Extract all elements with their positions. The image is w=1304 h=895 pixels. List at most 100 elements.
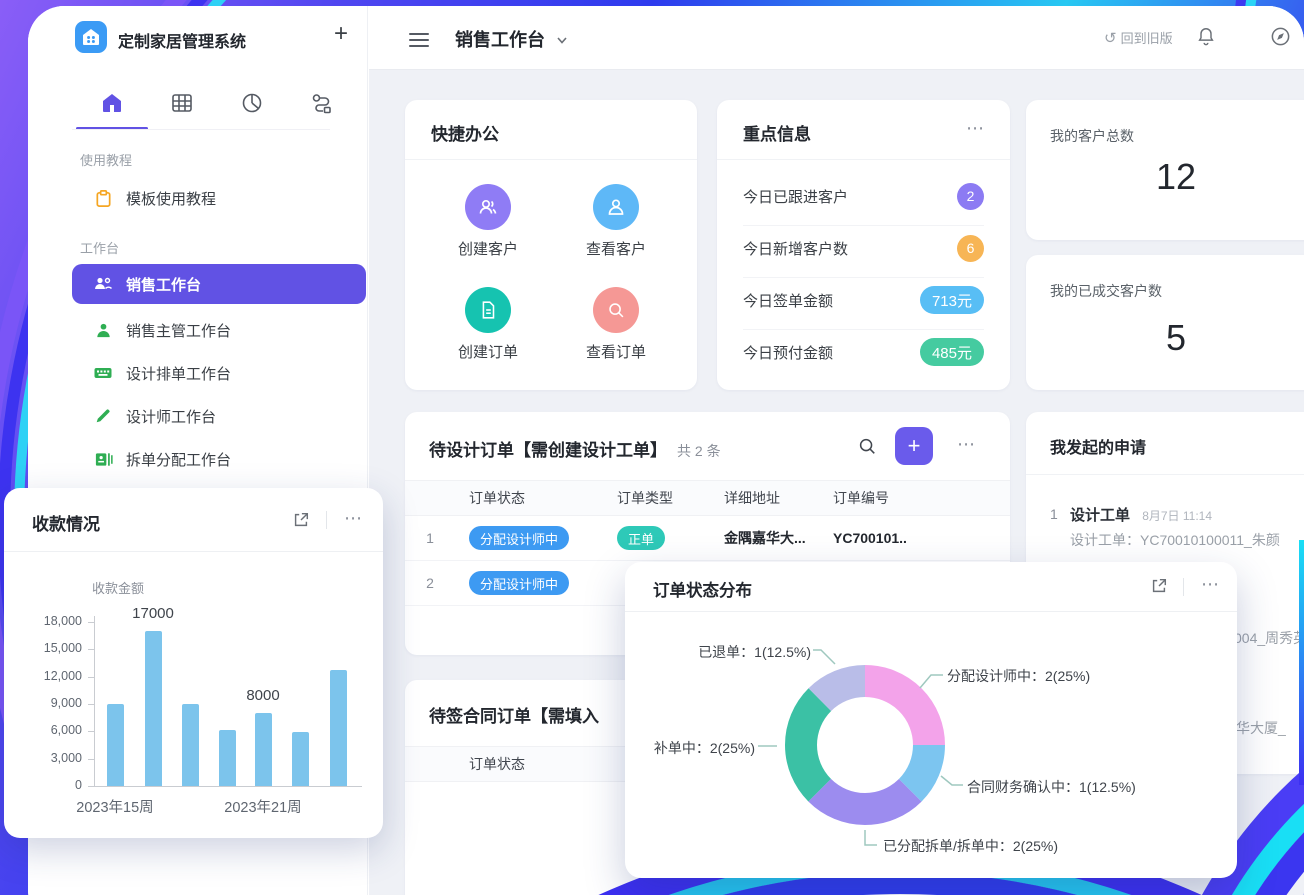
sidebar-item-designer-workbench[interactable]: 设计师工作台 (72, 396, 366, 436)
sidebar-item-label: 设计师工作台 (126, 406, 216, 427)
table-row[interactable]: 1 分配设计师中 正单 金隅嘉华大... YC700101.. (405, 516, 1010, 561)
y-axis-tick (88, 704, 94, 705)
column-header[interactable]: 订单状态 (455, 488, 603, 508)
row-number: 1 (405, 530, 455, 546)
address-cell: 金隅嘉华大... (710, 528, 819, 548)
stat-value: 5 (1026, 317, 1304, 359)
restore-icon: ↺ (1104, 30, 1117, 47)
request-description: 设计工单：YC70010100011_朱颜 (1070, 530, 1304, 550)
x-axis-tick-label: 2023年21周 (193, 796, 333, 817)
y-axis-tick (88, 622, 94, 623)
sidebar-section-tutorial: 使用教程 (80, 150, 132, 169)
more-options-icon[interactable]: ⋯ (966, 118, 986, 139)
y-axis-tick (88, 731, 94, 732)
hamburger-menu-icon[interactable] (409, 29, 429, 45)
notification-bell-icon[interactable] (1196, 26, 1218, 48)
search-icon[interactable] (857, 436, 879, 458)
sidebar-item-label: 模板使用教程 (126, 188, 216, 209)
stat-card-total-customers: 我的客户总数 12 (1026, 100, 1304, 240)
add-order-button[interactable]: + (895, 427, 933, 465)
card-title: 我发起的申请 (1050, 434, 1146, 458)
card-header: 快捷办公 (405, 100, 697, 160)
home-icon (100, 91, 124, 115)
column-header[interactable]: 订单状态 (455, 754, 603, 774)
clipboard-icon (92, 187, 114, 209)
topbar: 销售工作台 ↺回到旧版 (369, 6, 1304, 70)
card-header: 重点信息 ⋯ (717, 100, 1010, 160)
shortcut-create-customer[interactable]: 创建客户 (438, 184, 538, 259)
y-axis-tick-label: 12,000 (4, 669, 82, 683)
tabs-divider (72, 129, 330, 130)
bar (145, 631, 162, 786)
sidebar-item-design-scheduling-workbench[interactable]: 设计排单工作台 (72, 353, 366, 393)
add-workspace-button[interactable]: + (334, 20, 348, 48)
app-logo-icon[interactable] (75, 21, 107, 53)
order-status-distribution-card: 订单状态分布 ⋯ (625, 562, 1237, 878)
record-count: 共 2 条 (677, 443, 721, 459)
y-axis-tick (88, 759, 94, 760)
split-card-icon (92, 448, 114, 470)
y-axis-tick-label: 6,000 (4, 723, 82, 737)
more-options-icon[interactable]: ⋯ (957, 434, 977, 455)
shortcut-label: 创建客户 (438, 238, 538, 259)
sidebar-section-workbench: 工作台 (80, 238, 119, 257)
sidebar-item-label: 设计排单工作台 (126, 363, 231, 384)
tab-reports[interactable] (239, 90, 265, 116)
stat-label: 我的客户总数 (1050, 126, 1134, 146)
status-badge: 分配设计师中 (469, 571, 569, 595)
donut-label-returned: 已退单：1(12.5%) (681, 642, 811, 662)
amount-badge: 713元 (920, 286, 984, 314)
person-icon (92, 319, 114, 341)
column-header[interactable]: 订单编号 (819, 488, 1010, 508)
donut-label-reorder: 补单中：2(25%) (643, 738, 755, 758)
back-to-old-version-link[interactable]: ↺回到旧版 (1104, 28, 1173, 47)
stat-label: 我的已成交客户数 (1050, 281, 1162, 301)
request-description-fragment: 004_周秀英 (1234, 628, 1304, 648)
row-number: 2 (405, 575, 455, 591)
y-axis-tick-label: 9,000 (4, 696, 82, 710)
column-header[interactable]: 订单类型 (603, 488, 710, 508)
bar-value-label: 8000 (203, 687, 323, 704)
table-toolbar: 待设计订单【需创建设计工单】共 2 条 + ⋯ (405, 412, 1010, 480)
request-title-line[interactable]: 设计工单 8月7日 11:14 (1070, 504, 1212, 525)
people-icon (92, 273, 114, 295)
y-axis-tick-label: 18,000 (4, 614, 82, 628)
bar-value-label: 17000 (93, 605, 213, 622)
sidebar-item-split-order-workbench[interactable]: 拆单分配工作台 (72, 439, 366, 479)
tab-automation[interactable] (309, 90, 335, 116)
shortcut-label: 查看客户 (566, 238, 666, 259)
sidebar-item-label: 拆单分配工作台 (126, 449, 231, 470)
background-swirl-stripe (1299, 540, 1304, 785)
sidebar-item-template-tutorial[interactable]: 模板使用教程 (72, 178, 366, 218)
chevron-down-icon[interactable] (555, 33, 569, 52)
y-axis-tick (88, 677, 94, 678)
column-header[interactable]: 详细地址 (710, 488, 819, 508)
compass-icon[interactable] (1270, 26, 1292, 48)
key-info-label: 今日新增客户数 (743, 238, 848, 259)
tab-table[interactable] (169, 90, 195, 116)
shortcut-view-order[interactable]: 查看订单 (566, 287, 666, 362)
count-badge: 2 (957, 183, 984, 210)
status-badge: 分配设计师中 (469, 526, 569, 550)
bar-chart-plot: 03,0006,0009,00012,00015,00018,000170008… (4, 488, 383, 838)
screenshot-stage: 定制家居管理系统 + (0, 0, 1304, 895)
y-axis-tick-label: 0 (4, 778, 82, 792)
sidebar-item-sales-workbench[interactable]: 销售工作台 (72, 264, 366, 304)
keyboard-icon (92, 362, 114, 384)
y-axis-tick-label: 3,000 (4, 751, 82, 765)
search-icon (593, 287, 639, 333)
shortcut-view-customer[interactable]: 查看客户 (566, 184, 666, 259)
donut-label-assigning-designer: 分配设计师中：2(25%) (947, 666, 1090, 686)
tab-home[interactable] (99, 90, 125, 116)
page-title[interactable]: 销售工作台 (455, 26, 545, 52)
sidebar-item-sales-manager-workbench[interactable]: 销售主管工作台 (72, 310, 366, 350)
request-time: 8月7日 11:14 (1142, 509, 1212, 523)
x-axis-tick-label: 2023年15周 (45, 796, 185, 817)
key-info-card: 重点信息 ⋯ 今日已跟进客户 2 今日新增客户数 6 今日签单金额 713元 今… (717, 100, 1010, 390)
y-axis-line (94, 616, 95, 786)
person-icon (593, 184, 639, 230)
shortcut-create-order[interactable]: 创建订单 (438, 287, 538, 362)
key-info-row: 今日签单金额 713元 (743, 277, 984, 323)
count-badge: 6 (957, 235, 984, 262)
bar (107, 704, 124, 786)
